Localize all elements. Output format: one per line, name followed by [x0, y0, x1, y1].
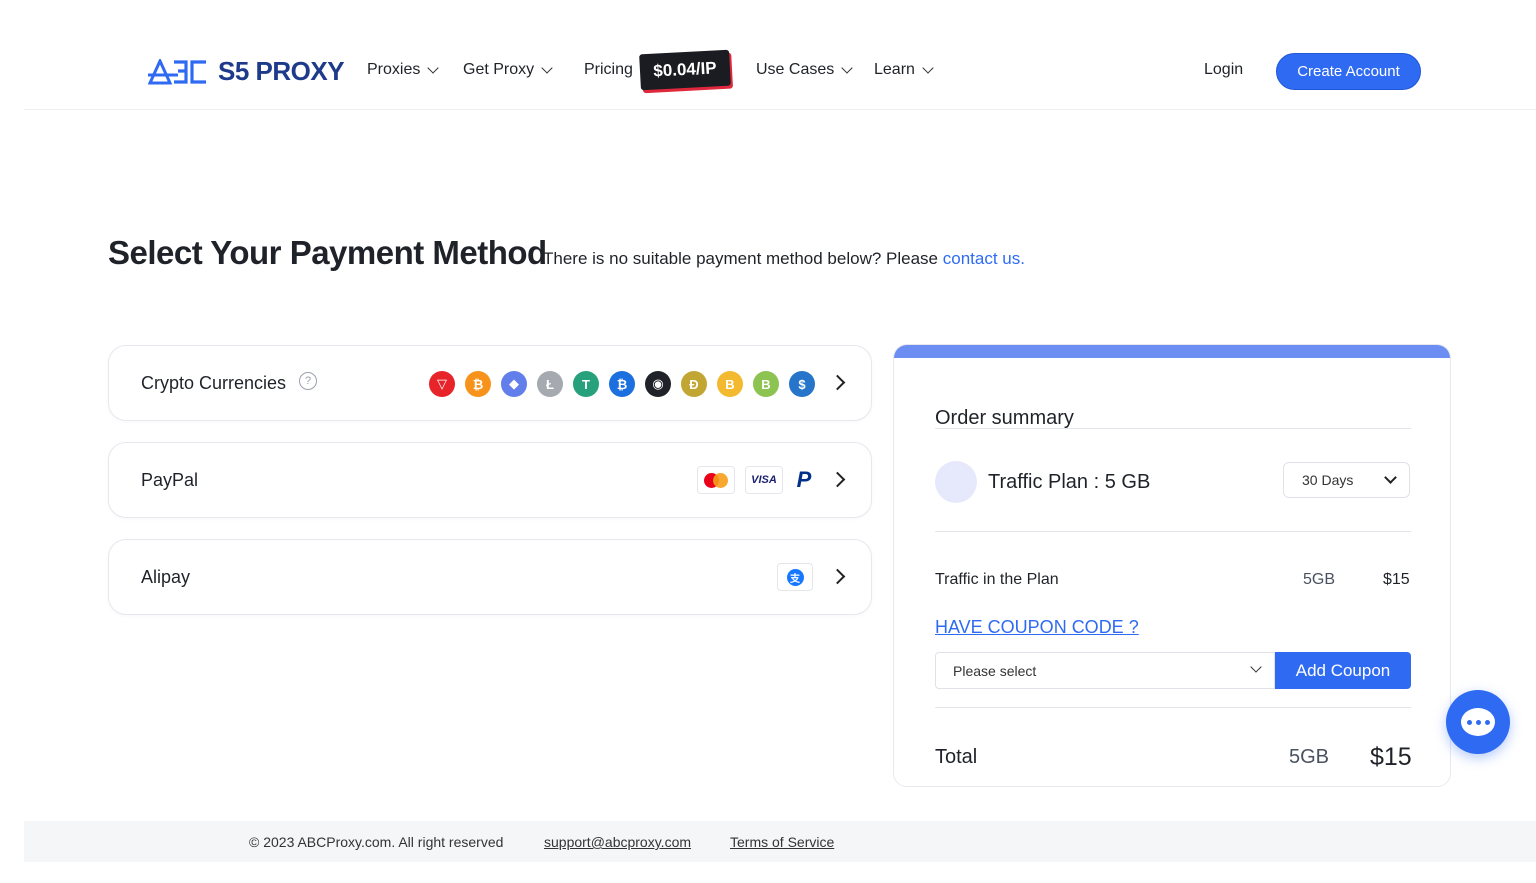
support-email-link[interactable]: support@abcproxy.com	[544, 834, 691, 850]
nav-proxies-label: Proxies	[367, 61, 421, 78]
bitcoin-cash-icon: B	[753, 371, 779, 397]
crypto-coin-list: ▽ ₿ ◆ Ł T ₿ ◉ Đ B B $	[429, 371, 815, 397]
mastercard-icon	[697, 466, 735, 494]
coin-blue-icon: ₿	[609, 371, 635, 397]
chevron-down-icon	[427, 61, 440, 74]
logo[interactable]: S5 PROXY	[148, 56, 345, 87]
chevron-down-icon	[541, 61, 553, 74]
traffic-gb: 5GB	[1303, 571, 1336, 588]
terms-link[interactable]: Terms of Service	[730, 834, 834, 850]
card-icons: VISA P	[697, 466, 815, 494]
page-title: Select Your Payment Method	[108, 234, 547, 271]
traffic-price: $15	[1383, 571, 1410, 588]
shiba-icon: ◉	[645, 371, 671, 397]
total-gb: 5GB	[1289, 746, 1330, 768]
login-link[interactable]: Login	[1204, 61, 1243, 79]
chevron-down-icon	[922, 61, 934, 74]
chevron-down-icon	[841, 61, 853, 74]
plan-avatar	[935, 461, 977, 503]
binance-icon: B	[717, 371, 743, 397]
chat-icon	[1461, 708, 1495, 736]
order-summary-panel: Order summary Traffic Plan : 5 GB 30 Day…	[893, 344, 1451, 787]
logo-text: S5 PROXY	[218, 56, 345, 86]
usdc-icon: $	[789, 371, 815, 397]
payment-method-label: PayPal	[141, 470, 199, 490]
payment-method-label: Crypto Currencies	[141, 373, 287, 393]
summary-top-bar	[894, 345, 1450, 358]
chevron-right-icon	[829, 568, 846, 585]
plan-label: Traffic Plan : 5 GB	[988, 471, 1151, 493]
subtitle-text: There is no suitable payment method belo…	[543, 249, 943, 268]
chevron-down-icon	[1250, 661, 1262, 673]
nav-pricing[interactable]: Pricing	[584, 61, 633, 79]
question-icon[interactable]: ?	[299, 372, 317, 390]
divider	[935, 707, 1411, 708]
duration-select[interactable]: 30 Days	[1283, 462, 1410, 498]
chat-button[interactable]	[1446, 690, 1510, 754]
divider	[935, 428, 1411, 429]
payment-method-crypto[interactable]: Crypto Currencies ? ▽ ₿ ◆ Ł T ₿ ◉ Đ B B $	[108, 345, 872, 421]
nav-learn-label: Learn	[874, 61, 915, 78]
coupon-select[interactable]: Please select	[935, 652, 1275, 689]
paypal-icon: P	[796, 467, 812, 492]
nav-use-cases-label: Use Cases	[756, 61, 835, 78]
order-summary-title: Order summary	[935, 407, 1074, 429]
total-label: Total	[935, 746, 978, 768]
traffic-label: Traffic in the Plan	[935, 571, 1059, 588]
add-coupon-button[interactable]: Add Coupon	[1275, 652, 1411, 689]
payment-method-alipay[interactable]: Alipay 支	[108, 539, 872, 615]
create-account-button[interactable]: Create Account	[1276, 53, 1421, 90]
tether-icon: T	[573, 371, 599, 397]
visa-icon: VISA	[745, 466, 783, 494]
nav-pricing-label: Pricing	[584, 61, 633, 78]
chevron-right-icon	[829, 471, 846, 488]
coupon-placeholder: Please select	[953, 662, 1037, 679]
nav-learn[interactable]: Learn	[874, 61, 934, 79]
contact-us-link[interactable]: contact us.	[943, 249, 1025, 268]
summary-body: Order summary Traffic Plan : 5 GB 30 Day…	[894, 358, 1450, 786]
page-subtitle: There is no suitable payment method belo…	[543, 249, 1025, 269]
price-badge[interactable]: $0.04/IP	[639, 49, 731, 91]
bitcoin-icon: ₿	[465, 371, 491, 397]
ethereum-icon: ◆	[501, 371, 527, 397]
duration-value: 30 Days	[1302, 472, 1354, 488]
dogecoin-icon: Đ	[681, 371, 707, 397]
payment-method-paypal[interactable]: PayPal VISA P	[108, 442, 872, 518]
nav-proxies[interactable]: Proxies	[367, 61, 440, 79]
nav-get-proxy[interactable]: Get Proxy	[463, 61, 553, 79]
chevron-right-icon	[829, 374, 846, 391]
nav-use-cases[interactable]: Use Cases	[756, 61, 853, 79]
have-coupon-link[interactable]: HAVE COUPON CODE ?	[935, 617, 1139, 638]
nav-get-proxy-label: Get Proxy	[463, 61, 535, 78]
payment-method-label: Alipay	[141, 567, 191, 587]
alipay-icon: 支	[777, 563, 813, 591]
copyright-text: © 2023 ABCProxy.com. All right reserved	[249, 834, 504, 850]
chevron-down-icon	[1384, 471, 1397, 484]
abc-logo-icon	[148, 58, 206, 84]
site-header: S5 PROXY Proxies Get Proxy Pricing $0.04…	[24, 0, 1536, 110]
tron-icon: ▽	[429, 371, 455, 397]
total-price: $15	[1370, 743, 1412, 771]
litecoin-icon: Ł	[537, 371, 563, 397]
divider	[935, 531, 1411, 532]
site-footer: © 2023 ABCProxy.com. All right reserved …	[24, 821, 1536, 862]
